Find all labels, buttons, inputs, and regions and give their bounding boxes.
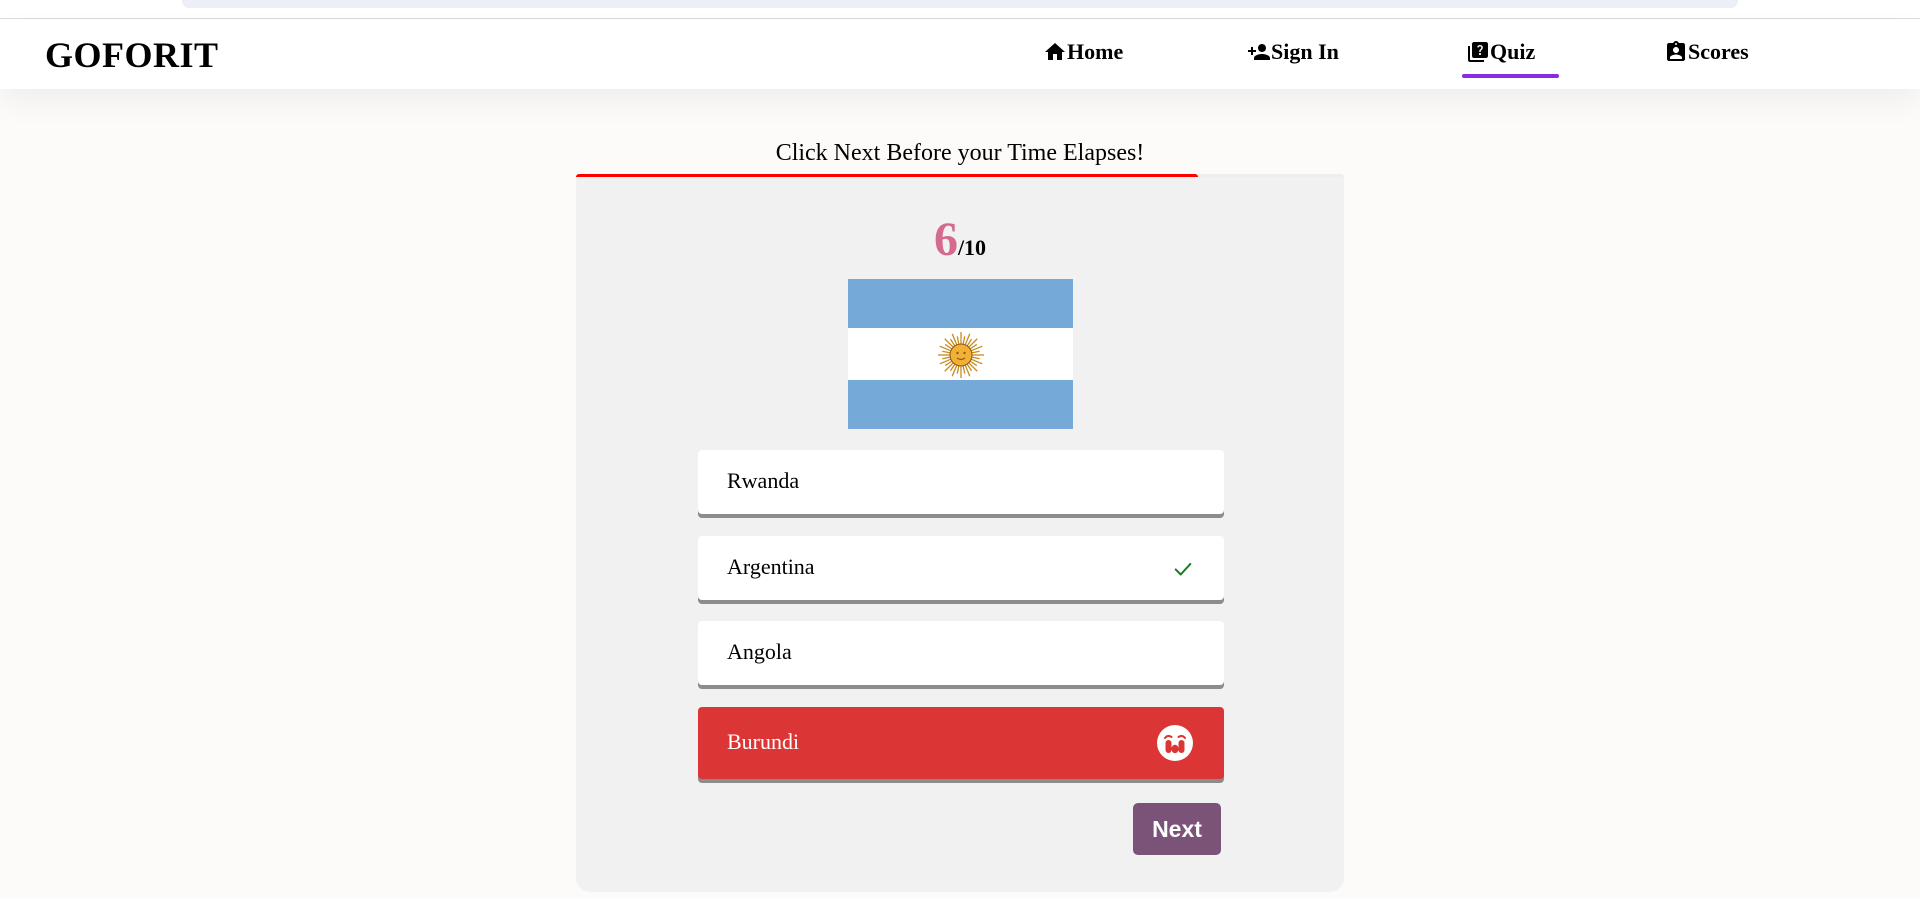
answer-option-rwanda[interactable]: Rwanda: [698, 450, 1224, 514]
brand-logo[interactable]: GOFORIT: [45, 34, 219, 76]
browser-top-strip: [0, 0, 1920, 19]
next-button[interactable]: Next: [1133, 803, 1221, 855]
person-add-icon: [1248, 44, 1270, 60]
nav-home[interactable]: Home: [1043, 39, 1123, 79]
argentina-flag-image: [848, 279, 1073, 429]
browser-address-pill[interactable]: [182, 0, 1738, 8]
sad-face-icon: [1157, 725, 1193, 761]
nav-home-label: Home: [1067, 39, 1124, 64]
nav-sign-in[interactable]: Sign In: [1247, 39, 1339, 79]
quiz-book-icon: [1468, 42, 1488, 62]
nav-quiz-label: Quiz: [1490, 39, 1536, 64]
timer-caption: Click Next Before your Time Elapses!: [775, 140, 1145, 166]
flag-stripe-bottom: [848, 380, 1073, 429]
clipboard-person-icon: [1667, 41, 1685, 61]
answer-option-burundi[interactable]: Burundi: [698, 707, 1224, 779]
nav-scores-label: Scores: [1688, 39, 1749, 64]
nav-sign-in-label: Sign In: [1271, 39, 1339, 64]
answer-option-angola[interactable]: Angola: [698, 621, 1224, 685]
answer-option-label: Rwanda: [727, 468, 800, 493]
nav-quiz[interactable]: Quiz: [1466, 39, 1535, 79]
answer-option-label: Argentina: [727, 554, 815, 579]
answer-option-label: Burundi: [727, 729, 800, 754]
active-tab-underline: [1462, 74, 1559, 78]
answer-option-label: Angola: [727, 639, 792, 664]
home-icon: [1045, 43, 1065, 60]
answer-option-argentina[interactable]: Argentina: [698, 536, 1224, 600]
top-navbar: GOFORIT Home Sign In Quiz Scores: [0, 19, 1920, 89]
flag-stripe-top: [848, 279, 1073, 328]
question-current: 6: [933, 213, 958, 266]
question-counter: 6/10: [576, 212, 1344, 267]
sun-of-may-icon: [938, 332, 984, 378]
check-icon: [1174, 562, 1192, 576]
nav-scores[interactable]: Scores: [1664, 39, 1749, 79]
question-total: /10: [957, 235, 987, 260]
quiz-card: 6/10 Rwanda Argentina Angola Burundi Nex…: [576, 177, 1344, 892]
